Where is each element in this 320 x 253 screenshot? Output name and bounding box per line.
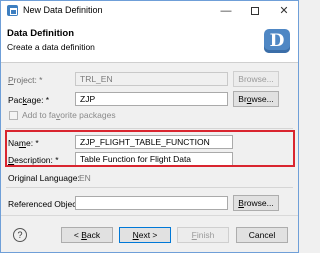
- window-title: New Data Definition: [23, 5, 103, 15]
- project-field: TRL_EN: [75, 72, 228, 86]
- data-definition-banner-icon: D: [264, 29, 290, 53]
- referenced-object-field[interactable]: [75, 196, 228, 210]
- add-to-favorites-checkbox: [9, 111, 18, 120]
- original-language-value: EN: [79, 173, 91, 183]
- referenced-object-browse-button[interactable]: Browse...: [233, 195, 279, 211]
- project-label: Project: *: [8, 75, 43, 85]
- new-data-definition-dialog: New Data Definition — ✕ Data Definition …: [0, 0, 299, 253]
- cancel-button[interactable]: Cancel: [236, 227, 288, 243]
- add-to-favorites-label: Add to favorite packages: [22, 110, 116, 120]
- maximize-icon: [251, 7, 259, 16]
- wizard-subtitle: Create a data definition: [7, 42, 95, 52]
- close-button[interactable]: ✕: [270, 1, 298, 21]
- wizard-title: Data Definition: [7, 28, 75, 39]
- highlight-annotation: [5, 130, 295, 167]
- footer-divider: [1, 215, 298, 216]
- section-divider: [6, 128, 293, 129]
- title-bar: New Data Definition — ✕: [1, 1, 298, 21]
- package-field[interactable]: ZJP: [75, 92, 228, 106]
- finish-button: Finish: [177, 227, 229, 243]
- back-button[interactable]: < Back: [61, 227, 113, 243]
- minimize-button[interactable]: —: [212, 1, 240, 21]
- project-browse-button: Browse...: [233, 71, 279, 87]
- referenced-object-label: Referenced Object:: [8, 199, 82, 209]
- original-language-label: Original Language:: [8, 173, 80, 183]
- package-label: Package: *: [8, 95, 50, 105]
- maximize-button[interactable]: [241, 1, 269, 21]
- app-icon: [7, 5, 18, 16]
- package-browse-button[interactable]: Browse...: [233, 91, 279, 107]
- next-button[interactable]: Next >: [119, 227, 171, 243]
- wizard-header: Data Definition Create a data definition…: [1, 21, 298, 63]
- help-icon[interactable]: ?: [13, 228, 27, 242]
- section-divider-2: [6, 187, 293, 188]
